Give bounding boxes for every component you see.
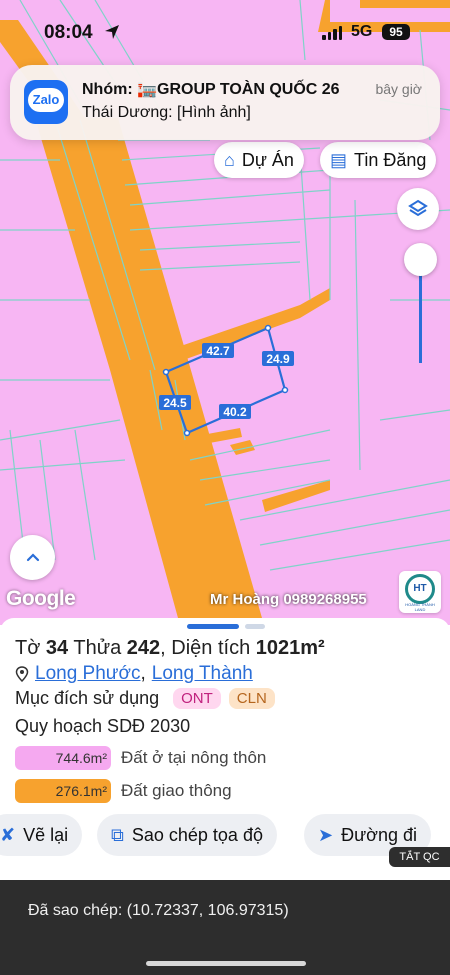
layers-button[interactable]: [397, 188, 439, 230]
opacity-slider-knob[interactable]: [404, 243, 437, 276]
hide-ads-button[interactable]: TẮT QC: [389, 847, 450, 867]
legend-area-residential: 744.6m²: [15, 746, 111, 770]
area-value: 1021m²: [255, 637, 325, 659]
tin-dang-button[interactable]: ▤ Tin Đăng: [320, 142, 437, 178]
action-buttons: ✘ Vẽ lại ⧉ Sao chép tọa độ ➤ Đường đi: [0, 814, 450, 858]
plot-number: 242: [126, 637, 161, 659]
expand-up-button[interactable]: [10, 535, 55, 580]
tag-cln[interactable]: CLN: [228, 688, 275, 709]
copy-icon: ⧉: [111, 824, 124, 845]
directions-icon: ➤: [318, 824, 334, 845]
redraw-button[interactable]: ✘ Vẽ lại: [0, 814, 83, 856]
legend-area-traffic: 276.1m²: [15, 779, 111, 803]
sheet-number: 34: [45, 637, 69, 659]
copy-coordinates-label: Sao chép tọa độ: [131, 824, 263, 845]
ruler-icon: ✘: [0, 824, 16, 845]
company-logo-caption: HOÀNG THÀNH LAND: [405, 602, 435, 612]
copy-toast: Đã sao chép: (10.72337, 106.97315): [0, 880, 450, 975]
location-row: Long Phước, Long Thành: [15, 663, 253, 685]
map-pin-icon: [15, 666, 29, 682]
battery-indicator: 95: [382, 24, 410, 40]
tin-dang-label: Tin Đăng: [354, 149, 427, 170]
notification-time: bây giờ: [375, 81, 422, 97]
purpose-label: Mục đích sử dụng: [15, 688, 160, 708]
sheet-page-indicator: [245, 624, 265, 629]
sheet-drag-handle[interactable]: [187, 624, 239, 629]
status-time: 08:04: [44, 22, 93, 43]
chevron-up-icon: [26, 552, 39, 561]
toast-text: Đã sao chép: (10.72337, 106.97315): [28, 902, 289, 919]
legend-label-residential: Đất ở tại nông thôn: [121, 748, 267, 767]
copy-coordinates-button[interactable]: ⧉ Sao chép tọa độ: [97, 814, 277, 856]
google-logo: Google: [6, 587, 76, 610]
notification-body: Thái Dương: [Hình ảnh]: [82, 104, 251, 121]
location-commune-link[interactable]: Long Phước: [35, 663, 140, 685]
planning-title: Quy hoạch SDĐ 2030: [15, 716, 191, 736]
du-an-label: Dự Án: [241, 149, 294, 170]
watermark-text: Mr Hoàng 0989268955: [210, 591, 367, 608]
cellular-signal-icon: [322, 26, 342, 40]
home-icon: ⌂: [224, 149, 235, 170]
tag-ont[interactable]: ONT: [173, 688, 221, 709]
company-logo: HT HOÀNG THÀNH LAND: [399, 571, 441, 613]
du-an-button[interactable]: ⌂ Dự Án: [214, 142, 304, 178]
status-bar: 08:04 5G 95: [0, 0, 450, 60]
notification-title: Nhóm: 🏣GROUP TOÀN QUỐC 26: [82, 81, 340, 98]
land-purpose-row: Mục đích sử dụng ONT CLN: [15, 688, 275, 709]
zalo-app-icon: Zalo: [24, 80, 68, 124]
dim-text-top: 42.7: [206, 344, 230, 358]
location-arrow-icon: [105, 25, 119, 39]
parcel-title: Tờ 34 Thửa 242, Diện tích 1021m²: [15, 637, 325, 659]
zalo-logo-text: Zalo: [28, 88, 64, 112]
directions-label: Đường đi: [341, 824, 417, 845]
dim-text-left: 24.5: [163, 396, 187, 410]
redraw-label: Vẽ lại: [23, 824, 69, 845]
dim-text-right: 24.9: [266, 352, 290, 366]
legend-label-traffic: Đất giao thông: [121, 781, 232, 800]
home-indicator[interactable]: [146, 961, 306, 966]
dim-text-bottom: 40.2: [223, 405, 247, 419]
location-district-link[interactable]: Long Thành: [152, 663, 253, 685]
legend-row-traffic: 276.1m² Đất giao thông: [15, 779, 232, 803]
notification-banner[interactable]: Zalo Nhóm: 🏣GROUP TOÀN QUỐC 26 bây giờ T…: [10, 65, 440, 140]
listing-icon: ▤: [330, 149, 348, 170]
parcel-info-sheet: Tờ 34 Thửa 242, Diện tích 1021m² Long Ph…: [0, 618, 450, 868]
network-type: 5G: [351, 23, 373, 40]
layers-icon: [408, 199, 428, 217]
legend-row-residential: 744.6m² Đất ở tại nông thôn: [15, 746, 266, 770]
